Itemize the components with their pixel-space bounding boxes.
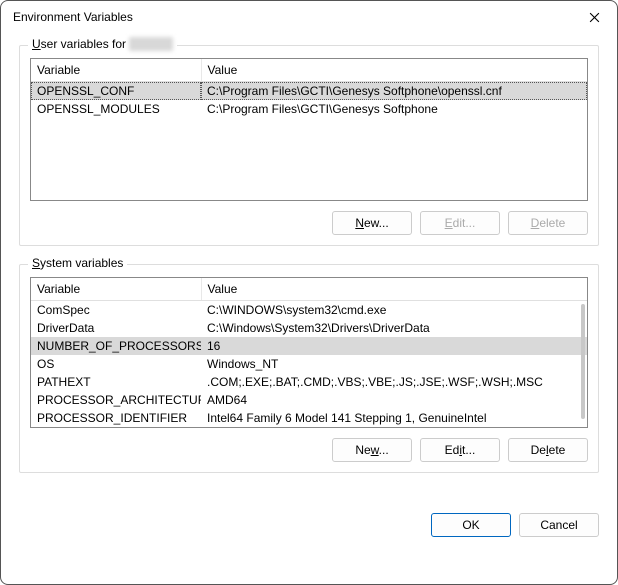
table-row[interactable]: OS Windows_NT [31, 355, 587, 373]
user-group-label: User variables for user [28, 37, 177, 51]
dialog-button-row: OK Cancel [1, 513, 617, 537]
system-group-label: System variables [28, 256, 127, 270]
close-button[interactable] [571, 1, 617, 33]
user-variables-table[interactable]: Variable Value OPENSSL_CONF C:\Program F… [30, 58, 588, 201]
user-new-button[interactable]: New... [332, 211, 412, 235]
column-header-variable[interactable]: Variable [31, 59, 201, 82]
table-header-row[interactable]: Variable Value [31, 59, 587, 82]
user-delete-button[interactable]: Delete [508, 211, 588, 235]
table-row[interactable]: PROCESSOR_IDENTIFIER Intel64 Family 6 Mo… [31, 409, 587, 427]
table-row[interactable]: DriverData C:\Windows\System32\Drivers\D… [31, 319, 587, 337]
ok-button[interactable]: OK [431, 513, 511, 537]
cancel-button[interactable]: Cancel [519, 513, 599, 537]
system-edit-button[interactable]: Edit... [420, 438, 500, 462]
column-header-value[interactable]: Value [201, 59, 587, 82]
window-title: Environment Variables [13, 10, 133, 24]
username-redacted: user [129, 37, 172, 51]
system-delete-button[interactable]: Delete [508, 438, 588, 462]
table-row[interactable]: PROCESSOR_ARCHITECTURE AMD64 [31, 391, 587, 409]
table-row[interactable]: NUMBER_OF_PROCESSORS 16 [31, 337, 587, 355]
system-new-button[interactable]: New... [332, 438, 412, 462]
user-edit-button[interactable]: Edit... [420, 211, 500, 235]
scrollbar[interactable] [581, 304, 585, 419]
system-variables-table[interactable]: Variable Value ComSpec C:\WINDOWS\system… [30, 277, 588, 428]
table-header-row[interactable]: Variable Value [31, 278, 587, 301]
titlebar: Environment Variables [1, 1, 617, 33]
column-header-variable[interactable]: Variable [31, 278, 201, 301]
system-button-row: New... Edit... Delete [30, 438, 588, 462]
table-row[interactable]: OPENSSL_CONF C:\Program Files\GCTI\Genes… [31, 82, 587, 101]
close-icon [589, 12, 600, 23]
user-variables-group: User variables for user Variable Value O… [19, 45, 599, 246]
table-row[interactable]: OPENSSL_MODULES C:\Program Files\GCTI\Ge… [31, 100, 587, 118]
table-row[interactable]: PATHEXT .COM;.EXE;.BAT;.CMD;.VBS;.VBE;.J… [31, 373, 587, 391]
table-row[interactable]: ComSpec C:\WINDOWS\system32\cmd.exe [31, 301, 587, 320]
system-variables-group: System variables Variable Value ComSpec … [19, 264, 599, 473]
user-button-row: New... Edit... Delete [30, 211, 588, 235]
column-header-value[interactable]: Value [201, 278, 587, 301]
dialog-content: User variables for user Variable Value O… [1, 33, 617, 509]
